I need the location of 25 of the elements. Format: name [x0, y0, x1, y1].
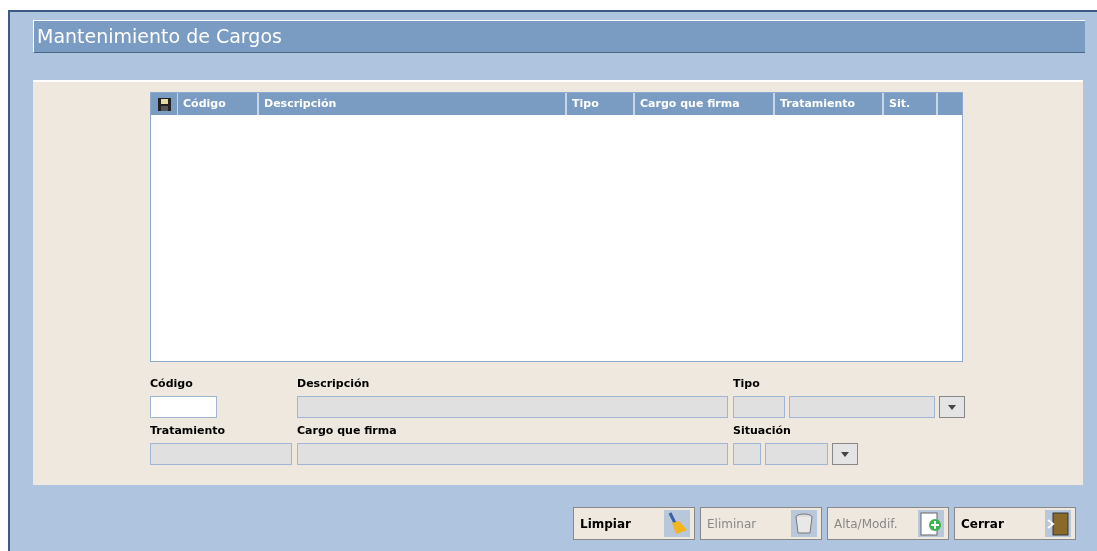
column-header[interactable]: Tipo: [567, 93, 635, 115]
field-label: Cargo que firma: [297, 423, 398, 439]
action-button[interactable]: Limpiar: [573, 507, 695, 540]
dropdown-button[interactable]: [939, 396, 965, 418]
caret-icon: [948, 404, 956, 410]
field-label: Código: [150, 376, 194, 392]
save-icon[interactable]: [157, 97, 171, 111]
field-label: Descripción: [297, 376, 371, 392]
trash-icon: [795, 512, 813, 535]
action-button[interactable]: Cerrar: [954, 507, 1076, 540]
input-field[interactable]: [150, 396, 217, 418]
column-header[interactable]: Descripción: [259, 93, 567, 115]
add-document-icon: [920, 511, 942, 536]
column-header[interactable]: Sit.: [884, 93, 938, 115]
column-header[interactable]: Código: [178, 93, 259, 115]
caret-icon: [841, 451, 849, 457]
broom-icon: [666, 511, 688, 536]
exit-door-icon: [1047, 511, 1069, 536]
column-header[interactable]: Cargo que firma: [635, 93, 775, 115]
window-title: Mantenimiento de Cargos: [33, 20, 1085, 53]
field-label: Situación: [733, 423, 792, 439]
field-label: Tipo: [733, 376, 761, 392]
field-label: Tratamiento: [150, 423, 227, 439]
column-header[interactable]: Tratamiento: [775, 93, 884, 115]
dropdown-button[interactable]: [832, 443, 858, 465]
